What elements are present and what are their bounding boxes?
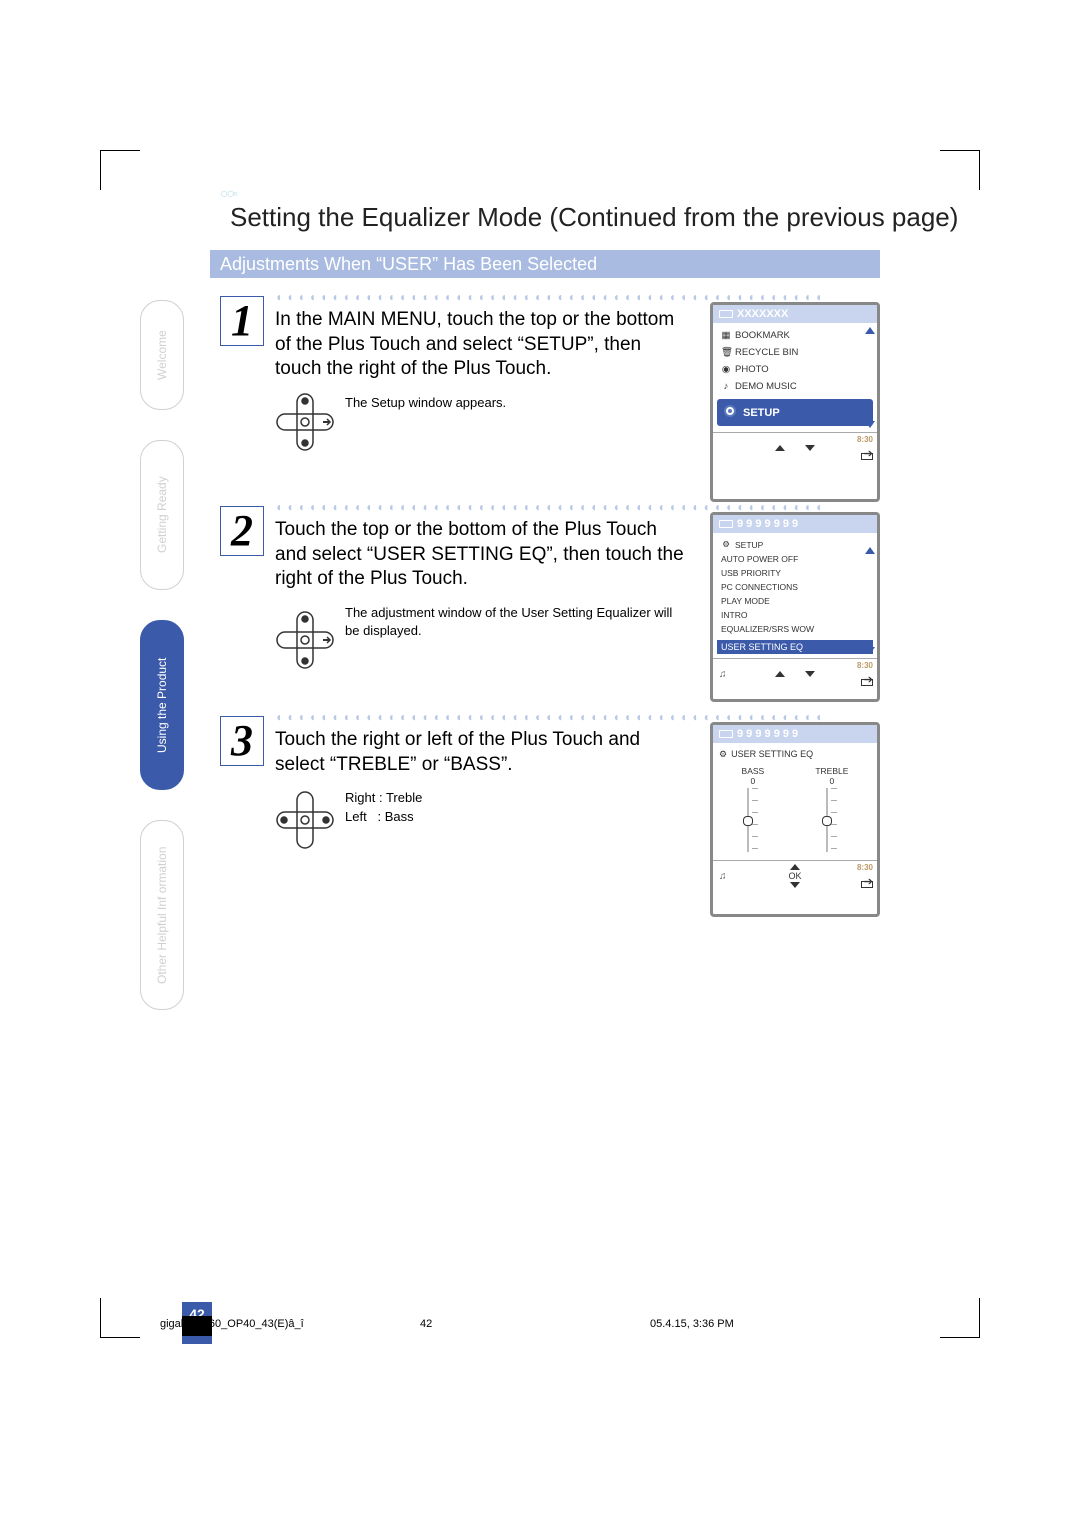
gear-icon — [723, 404, 737, 421]
device-screenshot-1: XXXXXXX ▦BOOKMARK 🗑RECYCLE BIN ◉PHOTO ♪D… — [710, 302, 880, 502]
eq-bass-col: BASS 0 — [742, 766, 765, 852]
eq-title: ⚙USER SETTING EQ — [719, 747, 871, 762]
menu-item-selected: SETUP — [717, 399, 873, 426]
step-number: 3 — [220, 716, 264, 766]
step-2: ◖◖◖◖◖◖◖◖◖◖◖◖◖◖◖◖◖◖◖◖◖◖◖◖◖◖◖◖◖◖◖◖◖◖◖◖◖◖◖◖… — [220, 500, 880, 680]
device-footer: ♫ 8:30 ➔ — [713, 658, 877, 688]
device-header-text: 9 9 9 9 9 9 9 — [737, 728, 798, 740]
step-3: ◖◖◖◖◖◖◖◖◖◖◖◖◖◖◖◖◖◖◖◖◖◖◖◖◖◖◖◖◖◖◖◖◖◖◖◖◖◖◖◖… — [220, 710, 880, 890]
plus-touch-icon — [275, 610, 335, 670]
note-icon: ♫ — [719, 871, 727, 882]
footer-timestamp: 05.4.15, 3:36 PM — [650, 1318, 734, 1330]
eq-panel: ⚙USER SETTING EQ BASS 0 TREBLE 0 — [713, 743, 877, 860]
plus-touch-icon — [275, 790, 335, 850]
page-content: ○○◦ Setting the Equalizer Mode (Continue… — [120, 190, 960, 1308]
crop-mark — [100, 150, 140, 190]
tab-using-product: Using the Product — [140, 620, 184, 790]
device-screenshot-2: 9 9 9 9 9 9 9 ⚙SETUP AUTO POWER OFF USB … — [710, 512, 880, 702]
plus-touch-icon — [275, 392, 335, 452]
step-number: 2 — [220, 506, 264, 556]
steps-area: ◖◖◖◖◖◖◖◖◖◖◖◖◖◖◖◖◖◖◖◖◖◖◖◖◖◖◖◖◖◖◖◖◖◖◖◖◖◖◖◖… — [220, 290, 880, 920]
device-menu-list: ⚙SETUP AUTO POWER OFF USB PRIORITY PC CO… — [713, 533, 877, 658]
device-time: 8:30 — [857, 863, 873, 872]
device-subheader: ⚙SETUP — [717, 537, 873, 552]
step-note: The Setup window appears. — [345, 394, 690, 412]
menu-item: PLAY MODE — [717, 594, 873, 608]
menu-item-selected: USER SETTING EQ — [717, 640, 873, 654]
menu-item: ◉PHOTO — [717, 361, 873, 378]
battery-icon — [861, 881, 873, 888]
tab-other-info: Other Helpful Inf ormation — [140, 820, 184, 1010]
eq-treble-col: TREBLE 0 — [815, 766, 848, 852]
crop-mark — [940, 150, 980, 190]
tab-getting-ready: Getting Ready — [140, 440, 184, 590]
step-note: Right : Treble Left : Bass — [345, 789, 690, 825]
step-number: 1 — [220, 296, 264, 346]
decor-circles: ○○◦ — [220, 185, 236, 201]
footer-filename: gigabeatF60_OP40_43(E)â_î — [160, 1318, 304, 1330]
step-1: ◖◖◖◖◖◖◖◖◖◖◖◖◖◖◖◖◖◖◖◖◖◖◖◖◖◖◖◖◖◖◖◖◖◖◖◖◖◖◖◖… — [220, 290, 880, 470]
battery-icon — [861, 453, 873, 460]
device-footer: ♫ OK 8:30 ➔ — [713, 860, 877, 890]
battery-icon — [861, 679, 873, 686]
step-instruction: Touch the top or the bottom of the Plus … — [275, 518, 690, 592]
step-note: The adjustment window of the User Settin… — [345, 604, 690, 640]
menu-item: USB PRIORITY — [717, 566, 873, 580]
device-footer: 8:30 ➔ — [713, 432, 877, 462]
device-screenshot-3: 9 9 9 9 9 9 9 ⚙USER SETTING EQ BASS 0 TR… — [710, 722, 880, 917]
menu-item: EQUALIZER/SRS WOW — [717, 622, 873, 636]
device-header: 9 9 9 9 9 9 9 — [713, 515, 877, 533]
menu-item: ♪DEMO MUSIC — [717, 378, 873, 395]
scroll-down-icon — [865, 421, 875, 428]
print-footer: gigabeatF60_OP40_43(E)â_î 42 05.4.15, 3:… — [120, 1318, 960, 1338]
scroll-down-icon — [865, 647, 875, 654]
menu-item: AUTO POWER OFF — [717, 552, 873, 566]
menu-item: 🗑RECYCLE BIN — [717, 344, 873, 361]
scroll-up-icon — [865, 327, 875, 334]
note-icon: ♫ — [719, 669, 727, 680]
device-header-text: 9 9 9 9 9 9 9 — [737, 518, 798, 530]
device-time: 8:30 — [857, 661, 873, 670]
section-heading: Adjustments When “USER” Has Been Selecte… — [210, 250, 880, 278]
device-header: XXXXXXX — [713, 305, 877, 323]
page-title: Setting the Equalizer Mode (Continued fr… — [230, 202, 958, 233]
footer-page: 42 — [420, 1318, 432, 1330]
device-header-text: XXXXXXX — [737, 308, 788, 320]
device-time: 8:30 — [857, 435, 873, 444]
menu-item: INTRO — [717, 608, 873, 622]
menu-item: ▦BOOKMARK — [717, 327, 873, 344]
device-menu-list: ▦BOOKMARK 🗑RECYCLE BIN ◉PHOTO ♪DEMO MUSI… — [713, 323, 877, 432]
device-header: 9 9 9 9 9 9 9 — [713, 725, 877, 743]
tab-welcome: Welcome — [140, 300, 184, 410]
step-instruction: Touch the right or left of the Plus Touc… — [275, 728, 690, 777]
ok-label: OK — [788, 871, 801, 881]
menu-item: PC CONNECTIONS — [717, 580, 873, 594]
step-instruction: In the MAIN MENU, touch the top or the b… — [275, 308, 690, 382]
side-tabs: Welcome Getting Ready Using the Product … — [140, 300, 184, 1040]
scroll-up-icon — [865, 547, 875, 554]
